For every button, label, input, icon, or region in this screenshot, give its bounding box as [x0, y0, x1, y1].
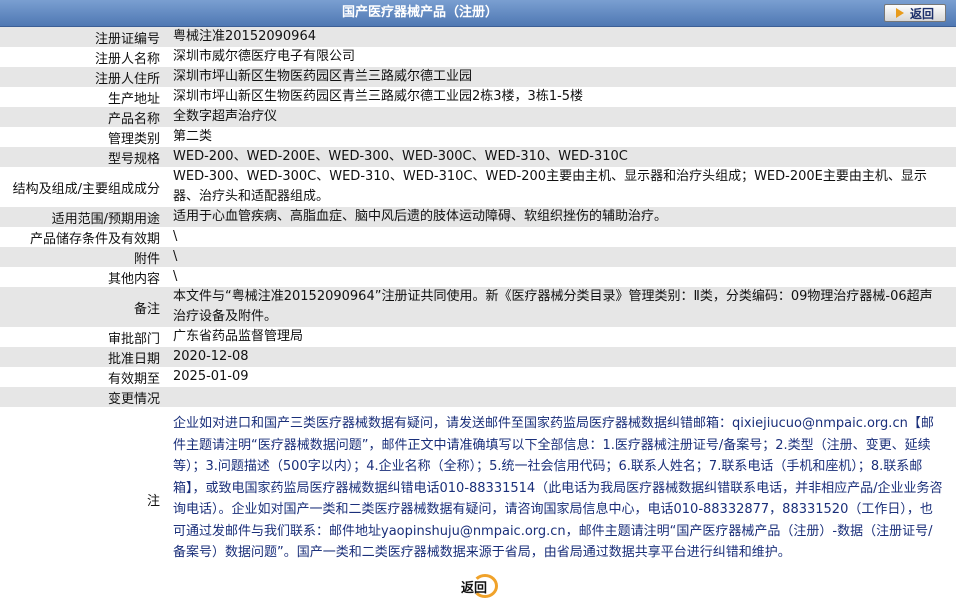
field-label: 其他内容 — [0, 267, 165, 287]
field-label: 变更情况 — [0, 387, 165, 407]
table-row: 批准日期 2020-12-08 — [0, 347, 956, 367]
table-row: 有效期至 2025-01-09 — [0, 367, 956, 387]
field-label: 型号规格 — [0, 147, 165, 167]
table-row: 生产地址 深圳市坪山新区生物医药园区青兰三路威尔德工业园2栋3楼，3栋1-5楼 — [0, 87, 956, 107]
table-row: 注册证编号 粤械注准20152090964 — [0, 27, 956, 47]
field-value: 全数字超声治疗仪 — [165, 107, 956, 127]
field-label: 管理类别 — [0, 127, 165, 147]
header-bar: 国产医疗器械产品（注册） 返回 — [0, 0, 956, 27]
table-row: 管理类别 第二类 — [0, 127, 956, 147]
field-value: 2025-01-09 — [165, 367, 956, 387]
note-label: 注 — [0, 407, 165, 592]
field-value: 粤械注准20152090964 — [165, 27, 956, 47]
registration-info-table: 注册证编号 粤械注准20152090964 注册人名称 深圳市威尔德医疗电子有限… — [0, 27, 956, 592]
table-row: 适用范围/预期用途 适用于心血管疾病、高脂血症、脑中风后遗的肢体运动障碍、软组织… — [0, 207, 956, 227]
field-value: 2020-12-08 — [165, 347, 956, 367]
field-label: 生产地址 — [0, 87, 165, 107]
field-label: 注册证编号 — [0, 27, 165, 47]
back-button[interactable]: 返回 — [884, 4, 946, 22]
field-value: WED-300、WED-300C、WED-310、WED-310C、WED-20… — [165, 167, 956, 207]
field-value: WED-200、WED-200E、WED-300、WED-300C、WED-31… — [165, 147, 956, 167]
field-label: 备注 — [0, 287, 165, 327]
field-value: 第二类 — [165, 127, 956, 147]
table-row: 其他内容 \ — [0, 267, 956, 287]
field-label: 审批部门 — [0, 327, 165, 347]
field-label: 产品名称 — [0, 107, 165, 127]
note-text: 企业如对进口和国产三类医疗器械数据有疑问，请发送邮件至国家药监局医疗器械数据纠错… — [165, 407, 956, 592]
table-row: 结构及组成/主要组成成分 WED-300、WED-300C、WED-310、WE… — [0, 167, 956, 207]
back-button-label: 返回 — [909, 6, 934, 21]
table-row: 注册人住所 深圳市坪山新区生物医药园区青兰三路威尔德工业园 — [0, 67, 956, 87]
note-row: 注 企业如对进口和国产三类医疗器械数据有疑问，请发送邮件至国家药监局医疗器械数据… — [0, 407, 956, 592]
field-label: 结构及组成/主要组成成分 — [0, 167, 165, 207]
arrow-right-icon — [895, 8, 904, 18]
table-row: 备注 本文件与“粤械注准20152090964”注册证共同使用。新《医疗器械分类… — [0, 287, 956, 327]
table-row: 注册人名称 深圳市威尔德医疗电子有限公司 — [0, 47, 956, 67]
field-label: 注册人住所 — [0, 67, 165, 87]
table-row: 型号规格 WED-200、WED-200E、WED-300、WED-300C、W… — [0, 147, 956, 167]
bottom-back-button[interactable]: 返回 — [450, 573, 498, 599]
page-title: 国产医疗器械产品（注册） — [341, 5, 498, 20]
field-value: 深圳市威尔德医疗电子有限公司 — [165, 47, 956, 67]
page: 国产医疗器械产品（注册） 返回 注册证编号 粤械注准20152090964 注册… — [0, 0, 956, 605]
field-value: 深圳市坪山新区生物医药园区青兰三路威尔德工业园2栋3楼，3栋1-5楼 — [165, 87, 956, 107]
field-value: 广东省药品监督管理局 — [165, 327, 956, 347]
field-value: \ — [165, 247, 956, 267]
field-value: 本文件与“粤械注准20152090964”注册证共同使用。新《医疗器械分类目录》… — [165, 287, 956, 327]
field-label: 批准日期 — [0, 347, 165, 367]
table-row: 变更情况 — [0, 387, 956, 407]
table-row: 审批部门 广东省药品监督管理局 — [0, 327, 956, 347]
field-value: \ — [165, 267, 956, 287]
field-label: 注册人名称 — [0, 47, 165, 67]
table-row: 附件 \ — [0, 247, 956, 267]
field-value: 适用于心血管疾病、高脂血症、脑中风后遗的肢体运动障碍、软组织挫伤的辅助治疗。 — [165, 207, 956, 227]
field-label: 适用范围/预期用途 — [0, 207, 165, 227]
field-value: \ — [165, 227, 956, 247]
field-label: 有效期至 — [0, 367, 165, 387]
table-row: 产品储存条件及有效期 \ — [0, 227, 956, 247]
bottom-back-label: 返回 — [460, 580, 487, 596]
field-value: 深圳市坪山新区生物医药园区青兰三路威尔德工业园 — [165, 67, 956, 87]
field-label: 附件 — [0, 247, 165, 267]
table-row: 产品名称 全数字超声治疗仪 — [0, 107, 956, 127]
field-value — [165, 387, 956, 407]
field-label: 产品储存条件及有效期 — [0, 227, 165, 247]
